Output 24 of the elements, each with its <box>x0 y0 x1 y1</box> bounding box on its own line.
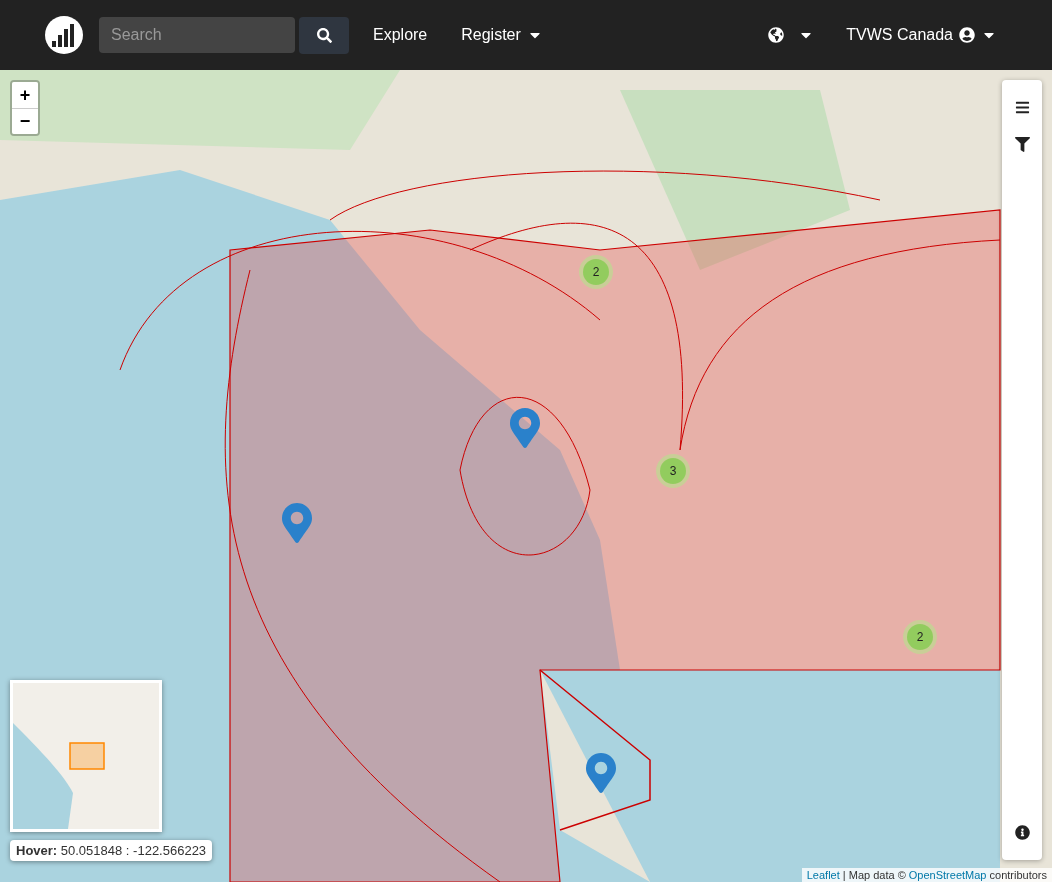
menu-button[interactable] <box>1014 100 1030 115</box>
user-icon <box>959 27 975 43</box>
hover-coordinates: Hover: 50.051848 : -122.566223 <box>10 840 213 861</box>
zoom-button[interactable]: − <box>12 108 38 134</box>
attribution-link[interactable]: Leaflet <box>806 869 840 881</box>
filter-button[interactable] <box>1014 137 1030 152</box>
logo-icon[interactable] <box>45 16 83 54</box>
menu-icon <box>1014 100 1030 115</box>
attribution-link[interactable]: OpenStreetMap <box>908 869 987 881</box>
filter-icon <box>1014 137 1030 152</box>
info-button[interactable] <box>1014 825 1030 840</box>
marker-cluster[interactable]: 3 <box>656 454 690 488</box>
nav-link[interactable]: Register <box>451 18 553 52</box>
user-menu[interactable]: TVWS Canada <box>836 18 1007 52</box>
search-icon <box>316 27 332 43</box>
zoom-button[interactable]: + <box>12 82 38 108</box>
marker-cluster[interactable]: 2 <box>579 255 613 289</box>
nav-link[interactable]: Explore <box>363 18 438 52</box>
marker-cluster[interactable]: 2 <box>903 620 937 654</box>
search-button[interactable] <box>299 16 349 54</box>
globe-icon <box>768 27 785 43</box>
search-field[interactable]: Search <box>99 16 295 53</box>
info-icon <box>1014 825 1030 840</box>
map-attribution: Leaflet | Map data © OpenStreetMap contributors <box>801 868 1052 882</box>
